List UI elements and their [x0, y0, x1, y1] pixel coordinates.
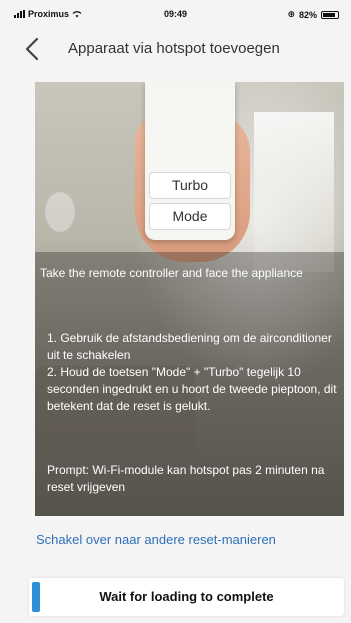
- remote-controller: Turbo Mode: [145, 82, 235, 240]
- alarm-icon: ⊕: [287, 9, 295, 19]
- screen: Proximus 09:49 ⊕ 82% Apparaat via hotspo…: [0, 0, 351, 623]
- nav-bar: Apparaat via hotspot toevoegen: [0, 28, 351, 68]
- loading-text: Wait for loading to complete: [99, 589, 274, 604]
- background-window: [254, 112, 334, 272]
- remote-turbo-button: Turbo: [149, 172, 231, 199]
- battery-icon: [321, 10, 339, 19]
- remote-mode-button: Mode: [149, 203, 231, 230]
- status-bar: Proximus 09:49 ⊕ 82%: [0, 0, 351, 26]
- instruction-steps: 1. Gebruik de afstandsbediening om de ai…: [47, 331, 337, 413]
- back-icon[interactable]: [22, 36, 44, 62]
- switch-reset-method-link[interactable]: Schakel over naar andere reset-manieren: [36, 532, 276, 547]
- instruction-image: Turbo Mode Take the remote controller an…: [35, 82, 344, 516]
- instruction-prompt: Prompt: Wi-Fi-module kan hotspot pas 2 m…: [47, 463, 325, 494]
- background-lamp: [45, 192, 75, 232]
- instruction-heading: Take the remote controller and face the …: [40, 266, 303, 280]
- page-title: Apparaat via hotspot toevoegen: [68, 40, 280, 57]
- status-right: ⊕ 82%: [287, 9, 339, 20]
- loading-status: Wait for loading to complete: [29, 578, 344, 616]
- battery-percent: 82%: [298, 9, 317, 20]
